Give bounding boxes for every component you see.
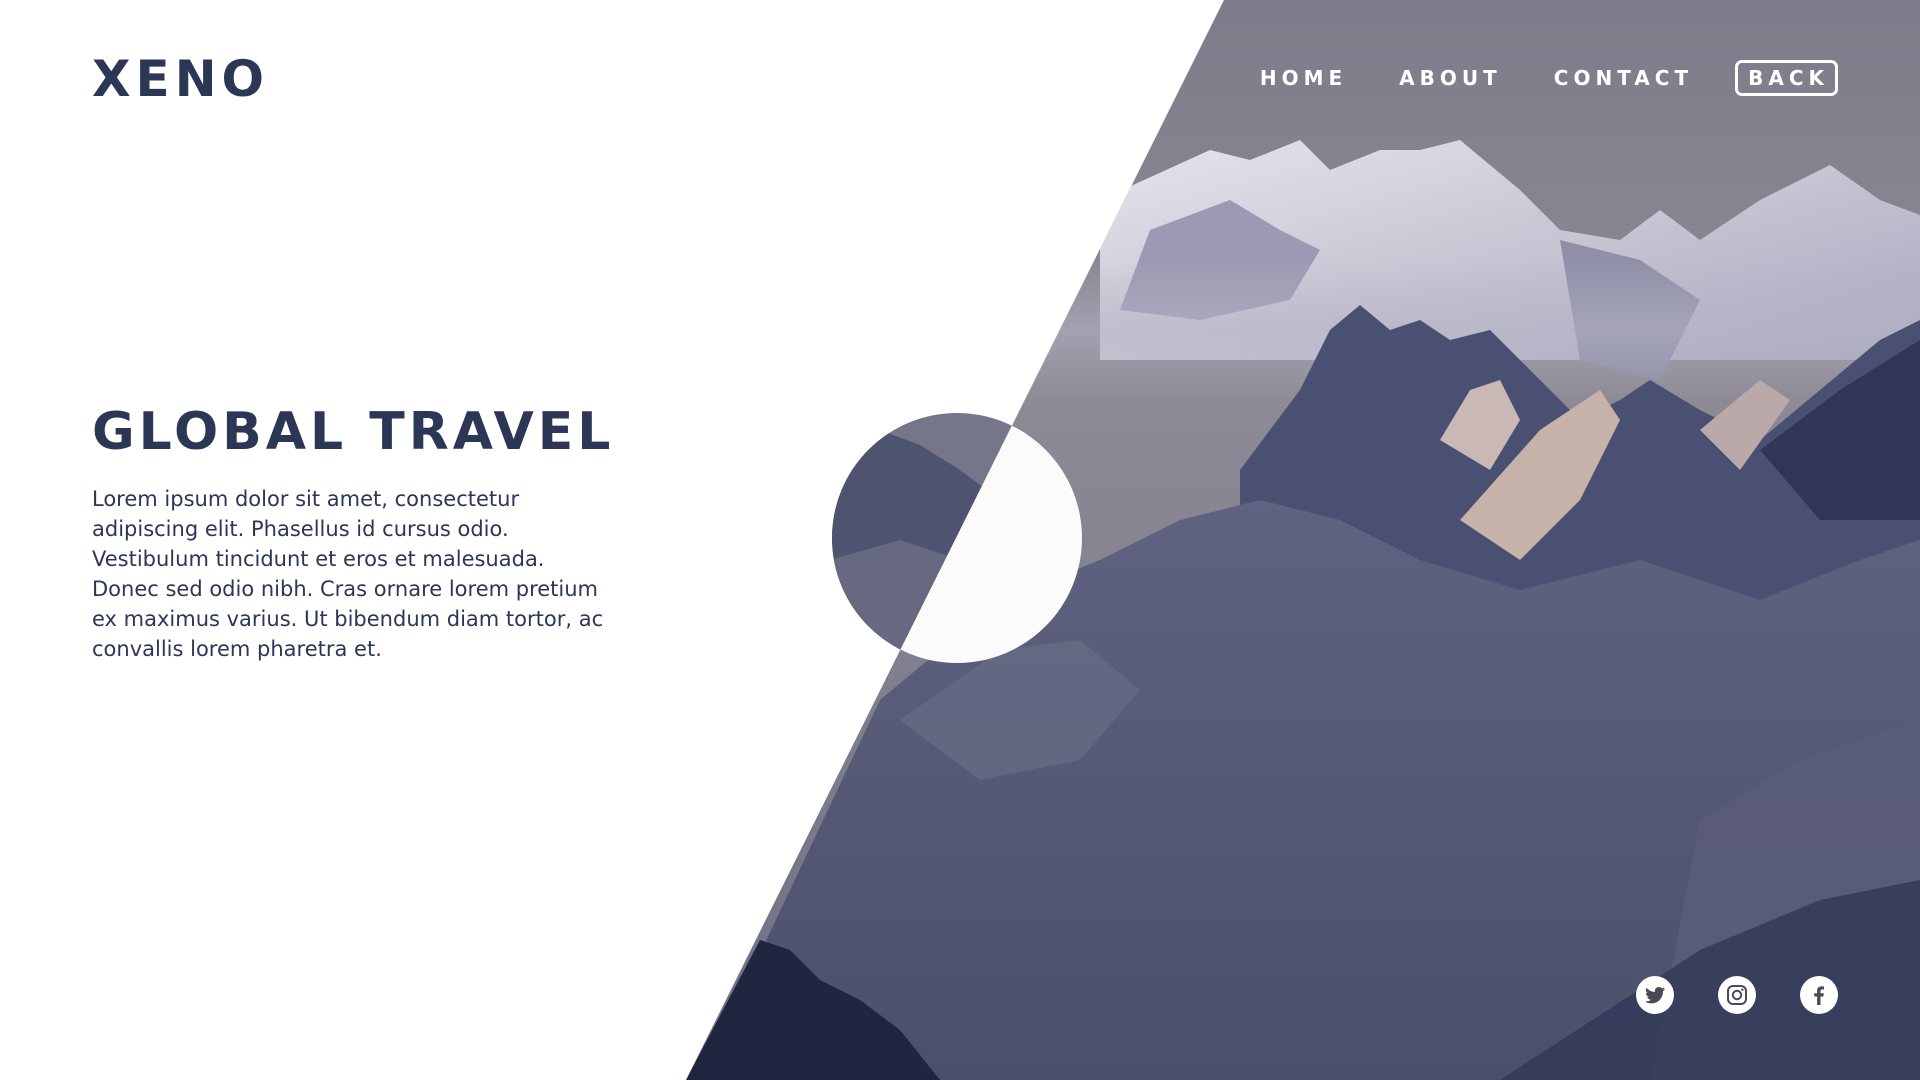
facebook-button[interactable] [1800, 976, 1838, 1014]
social-links [1636, 976, 1838, 1014]
instagram-icon [1727, 985, 1747, 1005]
hero-title: GLOBAL TRAVEL [92, 402, 615, 462]
nav-contact-link[interactable]: CONTACT [1554, 66, 1693, 90]
nav-home-link[interactable]: HOME [1260, 66, 1347, 90]
brand-logo[interactable]: XENO [92, 50, 269, 108]
main-nav: HOME ABOUT CONTACT BACK [1260, 60, 1838, 96]
nav-about-link[interactable]: ABOUT [1399, 66, 1502, 90]
back-button[interactable]: BACK [1735, 60, 1838, 96]
twitter-icon [1645, 987, 1665, 1004]
facebook-icon [1814, 986, 1824, 1005]
instagram-button[interactable] [1718, 976, 1756, 1014]
hero-description: Lorem ipsum dolor sit amet, consectetur … [92, 487, 604, 661]
twitter-button[interactable] [1636, 976, 1674, 1014]
